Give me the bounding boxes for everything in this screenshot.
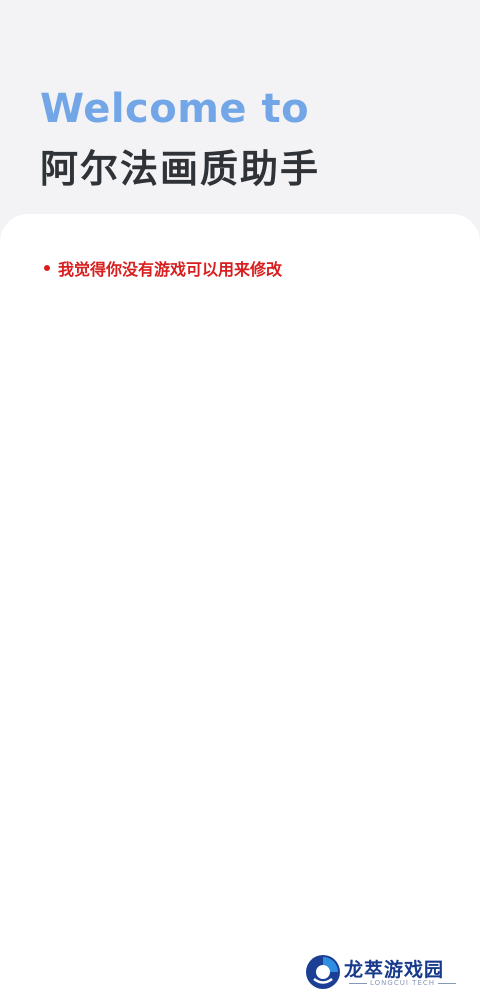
content-card <box>0 214 480 998</box>
watermark: 龙萃游戏园 LONGCUI TECH <box>304 953 464 993</box>
bullet-dot-icon <box>44 265 50 271</box>
watermark-name: 龙萃游戏园 <box>344 959 445 981</box>
welcome-heading: Welcome to <box>40 86 310 132</box>
watermark-subtitle: LONGCUI TECH <box>346 979 459 987</box>
notice-text: 我觉得你没有游戏可以用来修改 <box>58 260 283 279</box>
header: Welcome to 阿尔法画质助手 <box>0 0 480 240</box>
notice-message: 我觉得你没有游戏可以用来修改 <box>44 256 282 280</box>
watermark-logo-icon <box>306 955 340 989</box>
app-title: 阿尔法画质助手 <box>40 147 321 191</box>
